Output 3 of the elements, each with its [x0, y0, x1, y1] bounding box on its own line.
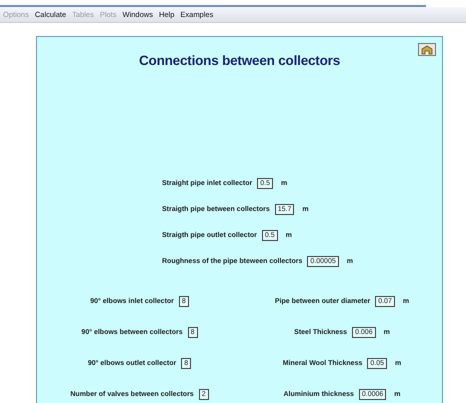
panel-title: Connections between collectors	[138, 53, 342, 68]
house-icon	[420, 44, 434, 54]
home-button[interactable]	[418, 43, 436, 56]
